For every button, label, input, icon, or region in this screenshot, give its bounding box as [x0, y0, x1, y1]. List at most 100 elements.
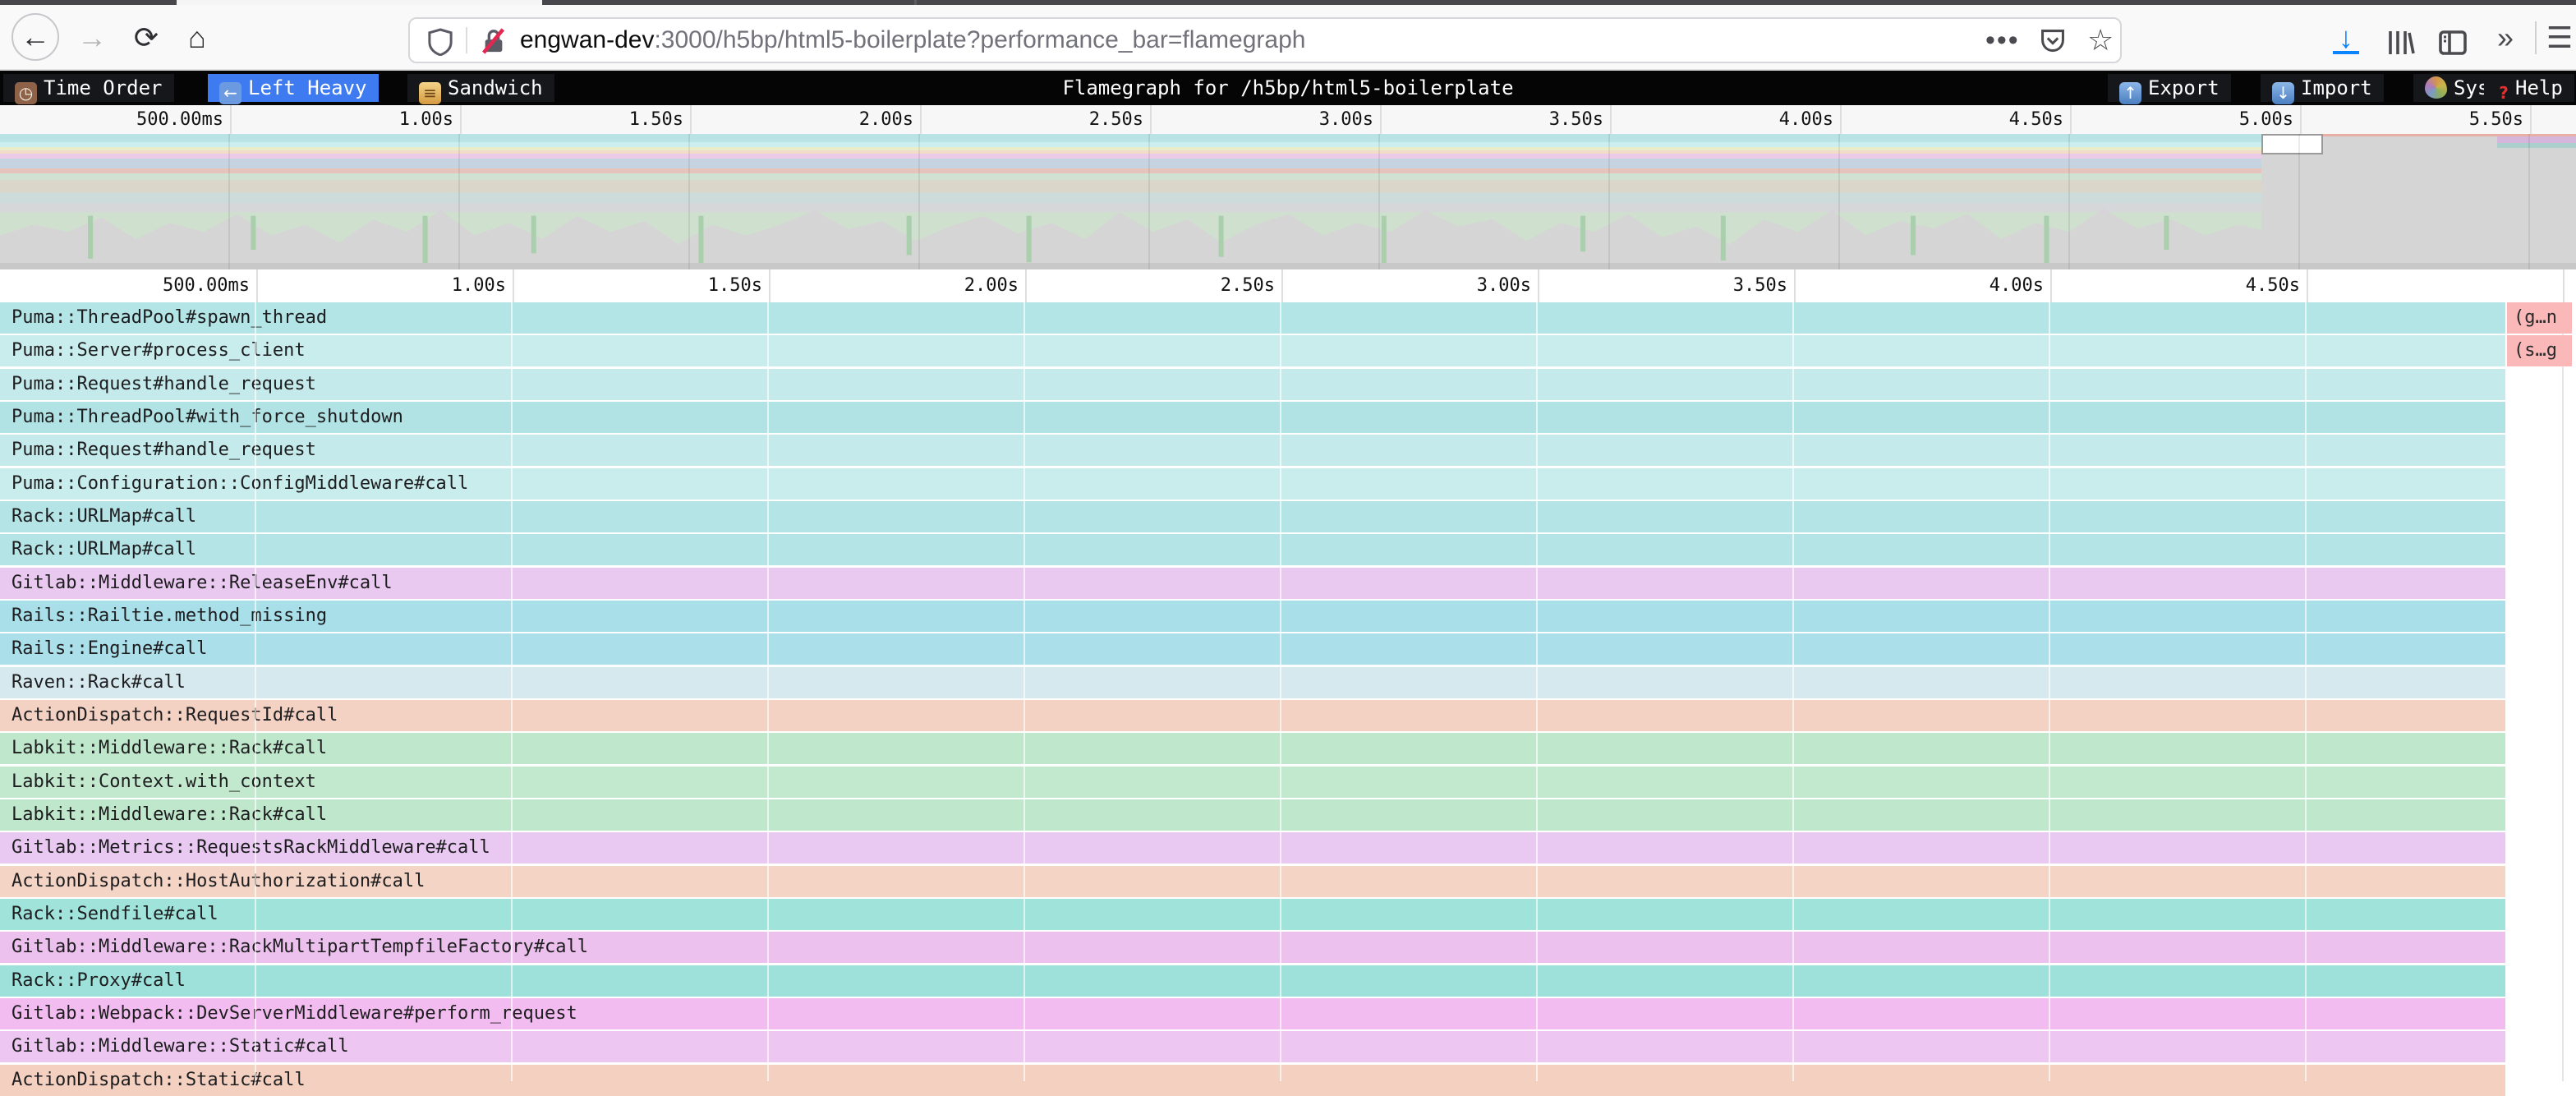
flame-frame[interactable]: Puma::ThreadPool#spawn_thread	[0, 302, 2505, 334]
browser-toolbar: ← → ⟳ ⌂ engwan-dev:3000/h5bp/html5-boile…	[0, 5, 2576, 71]
axis-gridline	[1538, 269, 1539, 302]
minimap-right-frame-purple	[2497, 136, 2576, 143]
reload-icon: ⟳	[134, 21, 159, 54]
download-underline	[2333, 51, 2359, 54]
flame-frame[interactable]: Puma::Server#process_client	[0, 335, 2505, 366]
flame-frame[interactable]: Rack::URLMap#call	[0, 501, 2505, 532]
flame-frame-truncated[interactable]: (g…n	[2507, 302, 2572, 334]
axis-tick-label: 5.50s	[2376, 105, 2523, 134]
tab-label: Time Order	[44, 76, 163, 99]
minimap-right-frame-teal	[2497, 143, 2576, 148]
axis-tick-label: 4.00s	[1896, 269, 2044, 302]
download-button[interactable]: ↓	[2323, 10, 2369, 66]
flame-frame[interactable]: Rack::Sendfile#call	[0, 899, 2505, 930]
left-arrow-icon: ←	[219, 82, 242, 104]
axis-tick-label: 4.00s	[1686, 105, 1833, 134]
home-icon: ⌂	[188, 21, 206, 54]
flame-frame[interactable]: Gitlab::Webpack::DevServerMiddleware#per…	[0, 998, 2505, 1029]
help-button[interactable]: ?Help	[2484, 74, 2574, 102]
flame-frame[interactable]: Labkit::Middleware::Rack#call	[0, 733, 2505, 764]
insecure-lock-icon[interactable]	[481, 27, 507, 70]
download-icon: ↓	[2339, 21, 2353, 54]
axis-tick-label: 1.50s	[536, 105, 683, 134]
flame-frame[interactable]: Rack::URLMap#call	[0, 534, 2505, 565]
bookmark-star-icon[interactable]: ☆	[2087, 19, 2114, 62]
minimap[interactable]	[0, 134, 2576, 269]
flame-frame-truncated[interactable]: (s…g	[2507, 335, 2572, 366]
flame-frame[interactable]: Gitlab::Middleware::ReleaseEnv#call	[0, 568, 2505, 599]
help-icon: ?	[2496, 82, 2512, 104]
flame-frame[interactable]: Raven::Rack#call	[0, 667, 2505, 698]
axis-tick-label: 4.50s	[1916, 105, 2063, 134]
axis-tick-label: 1.00s	[358, 269, 506, 302]
tab-sandwich[interactable]: ≡Sandwich	[407, 74, 554, 102]
axis-gridline	[513, 269, 514, 302]
axis-tick-label: 2.50s	[1127, 269, 1275, 302]
axis-gridline	[769, 269, 770, 302]
tab-left-heavy[interactable]: ← Left Heavy	[208, 74, 379, 102]
axis-tick-label: 2.00s	[871, 269, 1019, 302]
overflow-button[interactable]: »	[2482, 10, 2528, 66]
url-bar[interactable]: engwan-dev:3000/h5bp/html5-boilerplate?p…	[408, 17, 2122, 63]
axis-gridline	[256, 269, 258, 302]
flame-frame[interactable]: Labkit::Middleware::Rack#call	[0, 799, 2505, 831]
forward-icon: →	[77, 21, 107, 54]
flame-frame[interactable]: Labkit::Context.with_context	[0, 767, 2505, 798]
axis-tick-label: 500.00ms	[76, 105, 223, 134]
flame-frame[interactable]: ActionDispatch::Static#call	[0, 1065, 2505, 1096]
flame-frame[interactable]: Rails::Railtie.method_missing	[0, 601, 2505, 632]
axis-gridline	[690, 105, 692, 134]
flame-frame[interactable]: Rack::Proxy#call	[0, 965, 2505, 997]
flame-frame[interactable]: Puma::ThreadPool#with_force_shutdown	[0, 402, 2505, 433]
tab-label: Left Heavy	[248, 76, 367, 99]
axis-gridline	[1380, 105, 1382, 134]
axis-tick-label: 1.00s	[306, 105, 453, 134]
home-button[interactable]: ⌂	[172, 5, 222, 71]
flame-frame[interactable]: Gitlab::Middleware::RackMultipartTempfil…	[0, 932, 2505, 963]
flame-frame[interactable]: Rails::Engine#call	[0, 633, 2505, 665]
clock-icon: ◷	[15, 82, 37, 104]
button-label: Help	[2515, 76, 2563, 99]
axis-tick-label: 2.00s	[766, 105, 913, 134]
flamegraph-main-view[interactable]: Puma::ThreadPool#spawn_threadPuma::Serve…	[0, 302, 2576, 1081]
hamburger-icon: ☰	[2546, 21, 2573, 54]
pocket-icon[interactable]	[2040, 28, 2066, 71]
flame-frame[interactable]: Puma::Configuration::ConfigMiddleware#ca…	[0, 468, 2505, 500]
axis-gridline	[1794, 269, 1796, 302]
page-actions-icon[interactable]: •••	[1985, 19, 2020, 62]
url-rest: :3000/h5bp/html5-boilerplate?performance…	[654, 26, 1305, 53]
url-text[interactable]: engwan-dev:3000/h5bp/html5-boilerplate?p…	[520, 19, 1305, 62]
library-button[interactable]	[2377, 21, 2423, 77]
urlbar-divider	[466, 27, 467, 53]
minimap-viewport-box[interactable]	[2261, 134, 2323, 154]
flame-frame[interactable]: Gitlab::Middleware::Static#call	[0, 1031, 2505, 1062]
gridline-5s	[2562, 302, 2564, 1081]
axis-gridline	[1025, 269, 1027, 302]
reload-button[interactable]: ⟳	[122, 5, 171, 71]
flame-frame[interactable]: ActionDispatch::RequestId#call	[0, 700, 2505, 731]
axis-gridline	[2050, 269, 2052, 302]
minimap-axis: 500.00ms1.00s1.50s2.00s2.50s3.00s3.50s4.…	[0, 105, 2576, 134]
axis-tick-label: 500.00ms	[102, 269, 250, 302]
sidebar-button[interactable]	[2430, 21, 2476, 77]
button-label: Export	[2148, 76, 2220, 99]
forward-button[interactable]: →	[67, 5, 117, 71]
flame-frame[interactable]: ActionDispatch::HostAuthorization#call	[0, 866, 2505, 897]
axis-tick-label: 2.50s	[996, 105, 1143, 134]
minimap-stripes	[0, 134, 2261, 180]
import-button[interactable]: ↓Import	[2261, 74, 2384, 102]
tab-time-order[interactable]: ◷ Time Order	[3, 74, 174, 102]
axis-tick-label: 1.50s	[614, 269, 762, 302]
axis-tick-label: 3.00s	[1226, 105, 1373, 134]
flame-frame[interactable]: Gitlab::Metrics::RequestsRackMiddleware#…	[0, 832, 2505, 863]
flame-frame[interactable]: Puma::Request#handle_request	[0, 435, 2505, 466]
menu-button[interactable]: ☰	[2537, 10, 2576, 66]
export-button[interactable]: ↑Export	[2108, 74, 2231, 102]
import-icon: ↓	[2272, 82, 2294, 104]
shield-icon[interactable]	[428, 28, 453, 71]
palette-icon	[2425, 76, 2447, 99]
tab-label: Sandwich	[448, 76, 543, 99]
axis-gridline	[460, 105, 462, 134]
flame-frame[interactable]: Puma::Request#handle_request	[0, 369, 2505, 400]
back-button[interactable]: ←	[12, 13, 59, 61]
